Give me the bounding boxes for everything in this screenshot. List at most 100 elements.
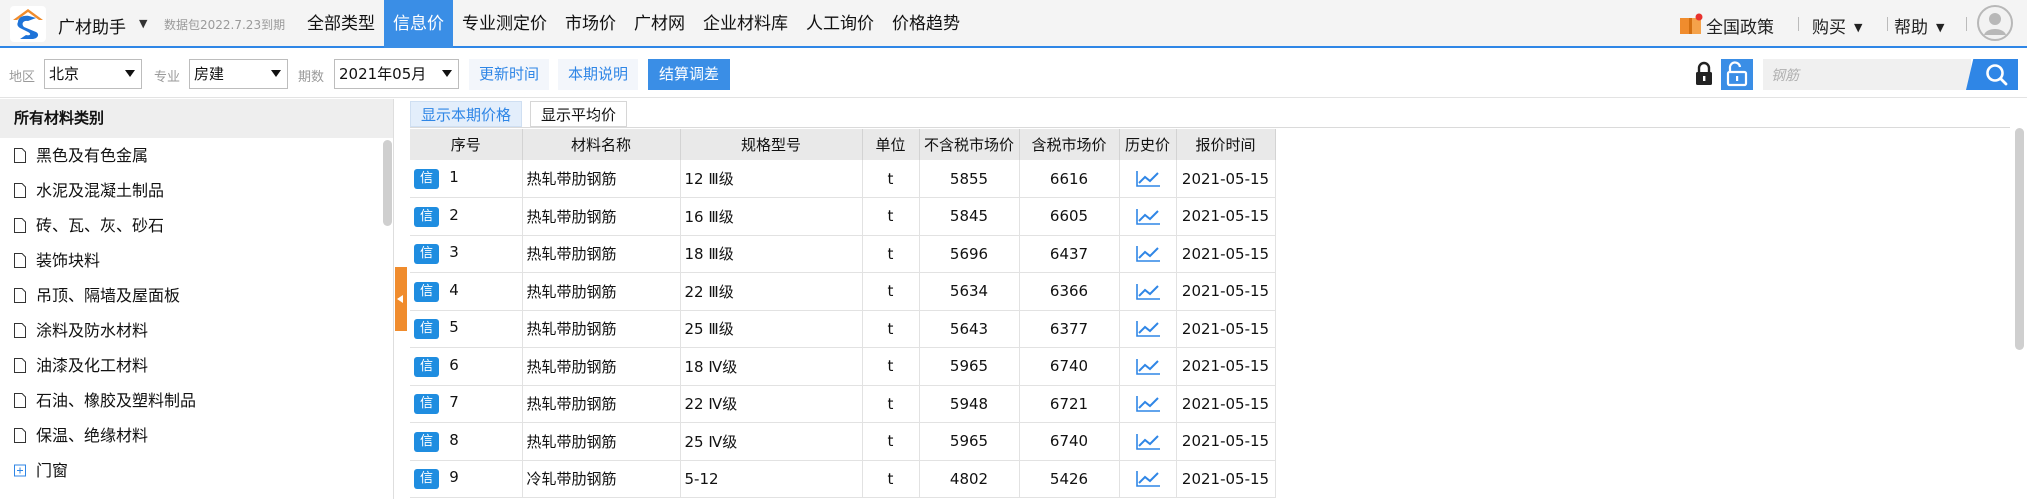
period-select[interactable]: 2021年05月 [334, 59, 459, 89]
table-row[interactable]: 信 9 冷轧带肋钢筋 5-12 t 4802 5426 2021-05-15 [410, 460, 1276, 498]
collapse-sidebar-handle[interactable] [395, 267, 407, 331]
buy-menu[interactable]: 购买 ▼ [1812, 13, 1862, 38]
cell-unit: t [862, 160, 920, 198]
cell-seq: 信9 [410, 460, 523, 498]
table-row[interactable]: 信 5 热轧带肋钢筋 25 Ⅲ级 t 5643 6377 2021-05-15 [410, 310, 1276, 348]
cell-spec: 18 Ⅲ级 [680, 235, 863, 273]
search-input[interactable] [1763, 59, 1971, 90]
table-row[interactable]: 信 1 热轧带肋钢筋 12 Ⅲ级 t 5855 6616 2021-05-15 [410, 160, 1276, 198]
top-bar: 广材助手 ▼ 数据包2022.7.23到期 全部类型 信息价 专业测定价 市场价… [0, 0, 2027, 48]
dropdown-arrow-icon [442, 70, 452, 77]
user-avatar-icon[interactable] [1977, 5, 2013, 41]
column-header-name[interactable]: 材料名称 [522, 129, 681, 160]
history-trend-chart-icon[interactable] [1135, 395, 1161, 413]
column-header-quote-time[interactable]: 报价时间 [1176, 129, 1276, 160]
table-row[interactable]: 信 7 热轧带肋钢筋 22 Ⅳ级 t 5948 6721 2021-05-15 [410, 385, 1276, 423]
column-header-seq[interactable]: 序号 [410, 129, 523, 160]
settle-adjust-button[interactable]: 结算调差 [648, 59, 730, 90]
national-policy-link[interactable]: 全国政策 [1706, 13, 1776, 38]
cell-price-in-tax: 6616 [1019, 160, 1120, 198]
info-price-badge: 信 [414, 206, 439, 227]
table-header-row: 序号 材料名称 规格型号 单位 不含税市场价 含税市场价 历史价 报价时间 [410, 129, 1276, 160]
cell-history [1119, 272, 1177, 311]
document-icon [14, 393, 26, 408]
app-name[interactable]: 广材助手 [58, 13, 126, 38]
period-note-button[interactable]: 本期说明 [558, 59, 638, 90]
nav-item-enterprise-library[interactable]: 企业材料库 [694, 0, 797, 48]
expand-plus-icon[interactable] [14, 463, 26, 478]
category-item[interactable]: 油漆及化工材料 [0, 348, 380, 383]
document-icon [14, 148, 26, 163]
history-trend-chart-icon[interactable] [1135, 320, 1161, 338]
cell-quote-time: 2021-05-15 [1176, 347, 1276, 386]
history-trend-chart-icon[interactable] [1135, 208, 1161, 226]
nav-item-info-price[interactable]: 信息价 [384, 0, 453, 48]
tab-current-price[interactable]: 显示本期价格 [410, 101, 523, 127]
table-row[interactable]: 信 4 热轧带肋钢筋 22 Ⅲ级 t 5634 6366 2021-05-15 [410, 272, 1276, 311]
category-item[interactable]: 石油、橡胶及塑料制品 [0, 383, 380, 418]
cell-price-ex-tax: 5696 [919, 235, 1020, 273]
region-select[interactable]: 北京 [44, 59, 142, 89]
category-item[interactable]: 黑色及有色金属 [0, 138, 380, 173]
column-header-price-in-tax[interactable]: 含税市场价 [1019, 129, 1120, 160]
nav-item-all-types[interactable]: 全部类型 [298, 0, 384, 48]
category-item[interactable]: 砖、瓦、灰、砂石 [0, 208, 380, 243]
cell-unit: t [862, 197, 920, 236]
table-row[interactable]: 信 2 热轧带肋钢筋 16 Ⅲ级 t 5845 6605 2021-05-15 [410, 197, 1276, 236]
sidebar-scrollbar[interactable] [383, 140, 392, 226]
help-menu[interactable]: 帮助 ▼ [1894, 13, 1944, 38]
update-time-button[interactable]: 更新时间 [469, 59, 549, 90]
lock-icon[interactable] [1693, 59, 1715, 89]
unlock-button[interactable] [1721, 59, 1753, 90]
cell-price-ex-tax: 5845 [919, 197, 1020, 236]
history-trend-chart-icon[interactable] [1135, 245, 1161, 263]
info-price-badge: 信 [414, 319, 439, 340]
history-trend-chart-icon[interactable] [1135, 283, 1161, 301]
category-item[interactable]: 吊顶、隔墙及屋面板 [0, 278, 380, 313]
category-label: 石油、橡胶及塑料制品 [36, 391, 197, 410]
table-row[interactable]: 信 6 热轧带肋钢筋 18 Ⅳ级 t 5965 6740 2021-05-15 [410, 347, 1276, 386]
column-header-spec[interactable]: 规格型号 [680, 129, 863, 160]
price-table: 序号 材料名称 规格型号 单位 不含税市场价 含税市场价 历史价 报价时间 信1… [410, 129, 1276, 498]
column-header-unit[interactable]: 单位 [862, 129, 920, 160]
dropdown-arrow-icon [125, 70, 135, 77]
category-item[interactable]: 涂料及防水材料 [0, 313, 380, 348]
category-item[interactable]: 水泥及混凝土制品 [0, 173, 380, 208]
cell-spec: 12 Ⅲ级 [680, 160, 863, 198]
cell-price-ex-tax: 4802 [919, 460, 1020, 498]
history-trend-chart-icon[interactable] [1135, 358, 1161, 376]
history-trend-chart-icon[interactable] [1135, 470, 1161, 488]
history-trend-chart-icon[interactable] [1135, 170, 1161, 188]
column-header-price-ex-tax[interactable]: 不含税市场价 [919, 129, 1020, 160]
category-item[interactable]: 装饰块料 [0, 243, 380, 278]
cell-quote-time: 2021-05-15 [1176, 310, 1276, 348]
category-label: 保温、绝缘材料 [36, 426, 149, 445]
category-label: 门窗 [36, 461, 69, 480]
policy-book-icon[interactable] [1679, 13, 1703, 35]
tab-average-price[interactable]: 显示平均价 [530, 101, 628, 127]
cell-name: 热轧带肋钢筋 [522, 197, 681, 236]
nav-item-price-trend[interactable]: 价格趋势 [883, 0, 969, 48]
cell-seq: 信5 [410, 310, 523, 348]
cell-price-ex-tax: 5643 [919, 310, 1020, 348]
app-menu-chevron-down-icon[interactable]: ▼ [139, 17, 147, 30]
column-header-history[interactable]: 历史价 [1119, 129, 1177, 160]
cell-spec: 25 Ⅲ级 [680, 310, 863, 348]
category-item[interactable]: 保温、绝缘材料 [0, 418, 380, 453]
cell-quote-time: 2021-05-15 [1176, 197, 1276, 236]
nav-item-market-price[interactable]: 市场价 [556, 0, 625, 48]
search-button[interactable] [1966, 59, 2018, 90]
table-row[interactable]: 信 8 热轧带肋钢筋 25 Ⅳ级 t 5965 6740 2021-05-15 [410, 422, 1276, 461]
category-item-expandable[interactable]: 门窗 [0, 453, 380, 488]
table-scrollbar[interactable] [2015, 128, 2024, 350]
table-row[interactable]: 信 3 热轧带肋钢筋 18 Ⅲ级 t 5696 6437 2021-05-15 [410, 235, 1276, 273]
nav-item-professional-price[interactable]: 专业测定价 [453, 0, 556, 48]
nav-item-manual-inquiry[interactable]: 人工询价 [797, 0, 883, 48]
cell-price-in-tax: 6740 [1019, 347, 1120, 386]
cell-seq: 信8 [410, 422, 523, 461]
nav-item-guangcai-web[interactable]: 广材网 [625, 0, 694, 48]
divider [1887, 17, 1888, 31]
major-select[interactable]: 房建 [189, 59, 288, 89]
cell-unit: t [862, 272, 920, 311]
history-trend-chart-icon[interactable] [1135, 433, 1161, 451]
